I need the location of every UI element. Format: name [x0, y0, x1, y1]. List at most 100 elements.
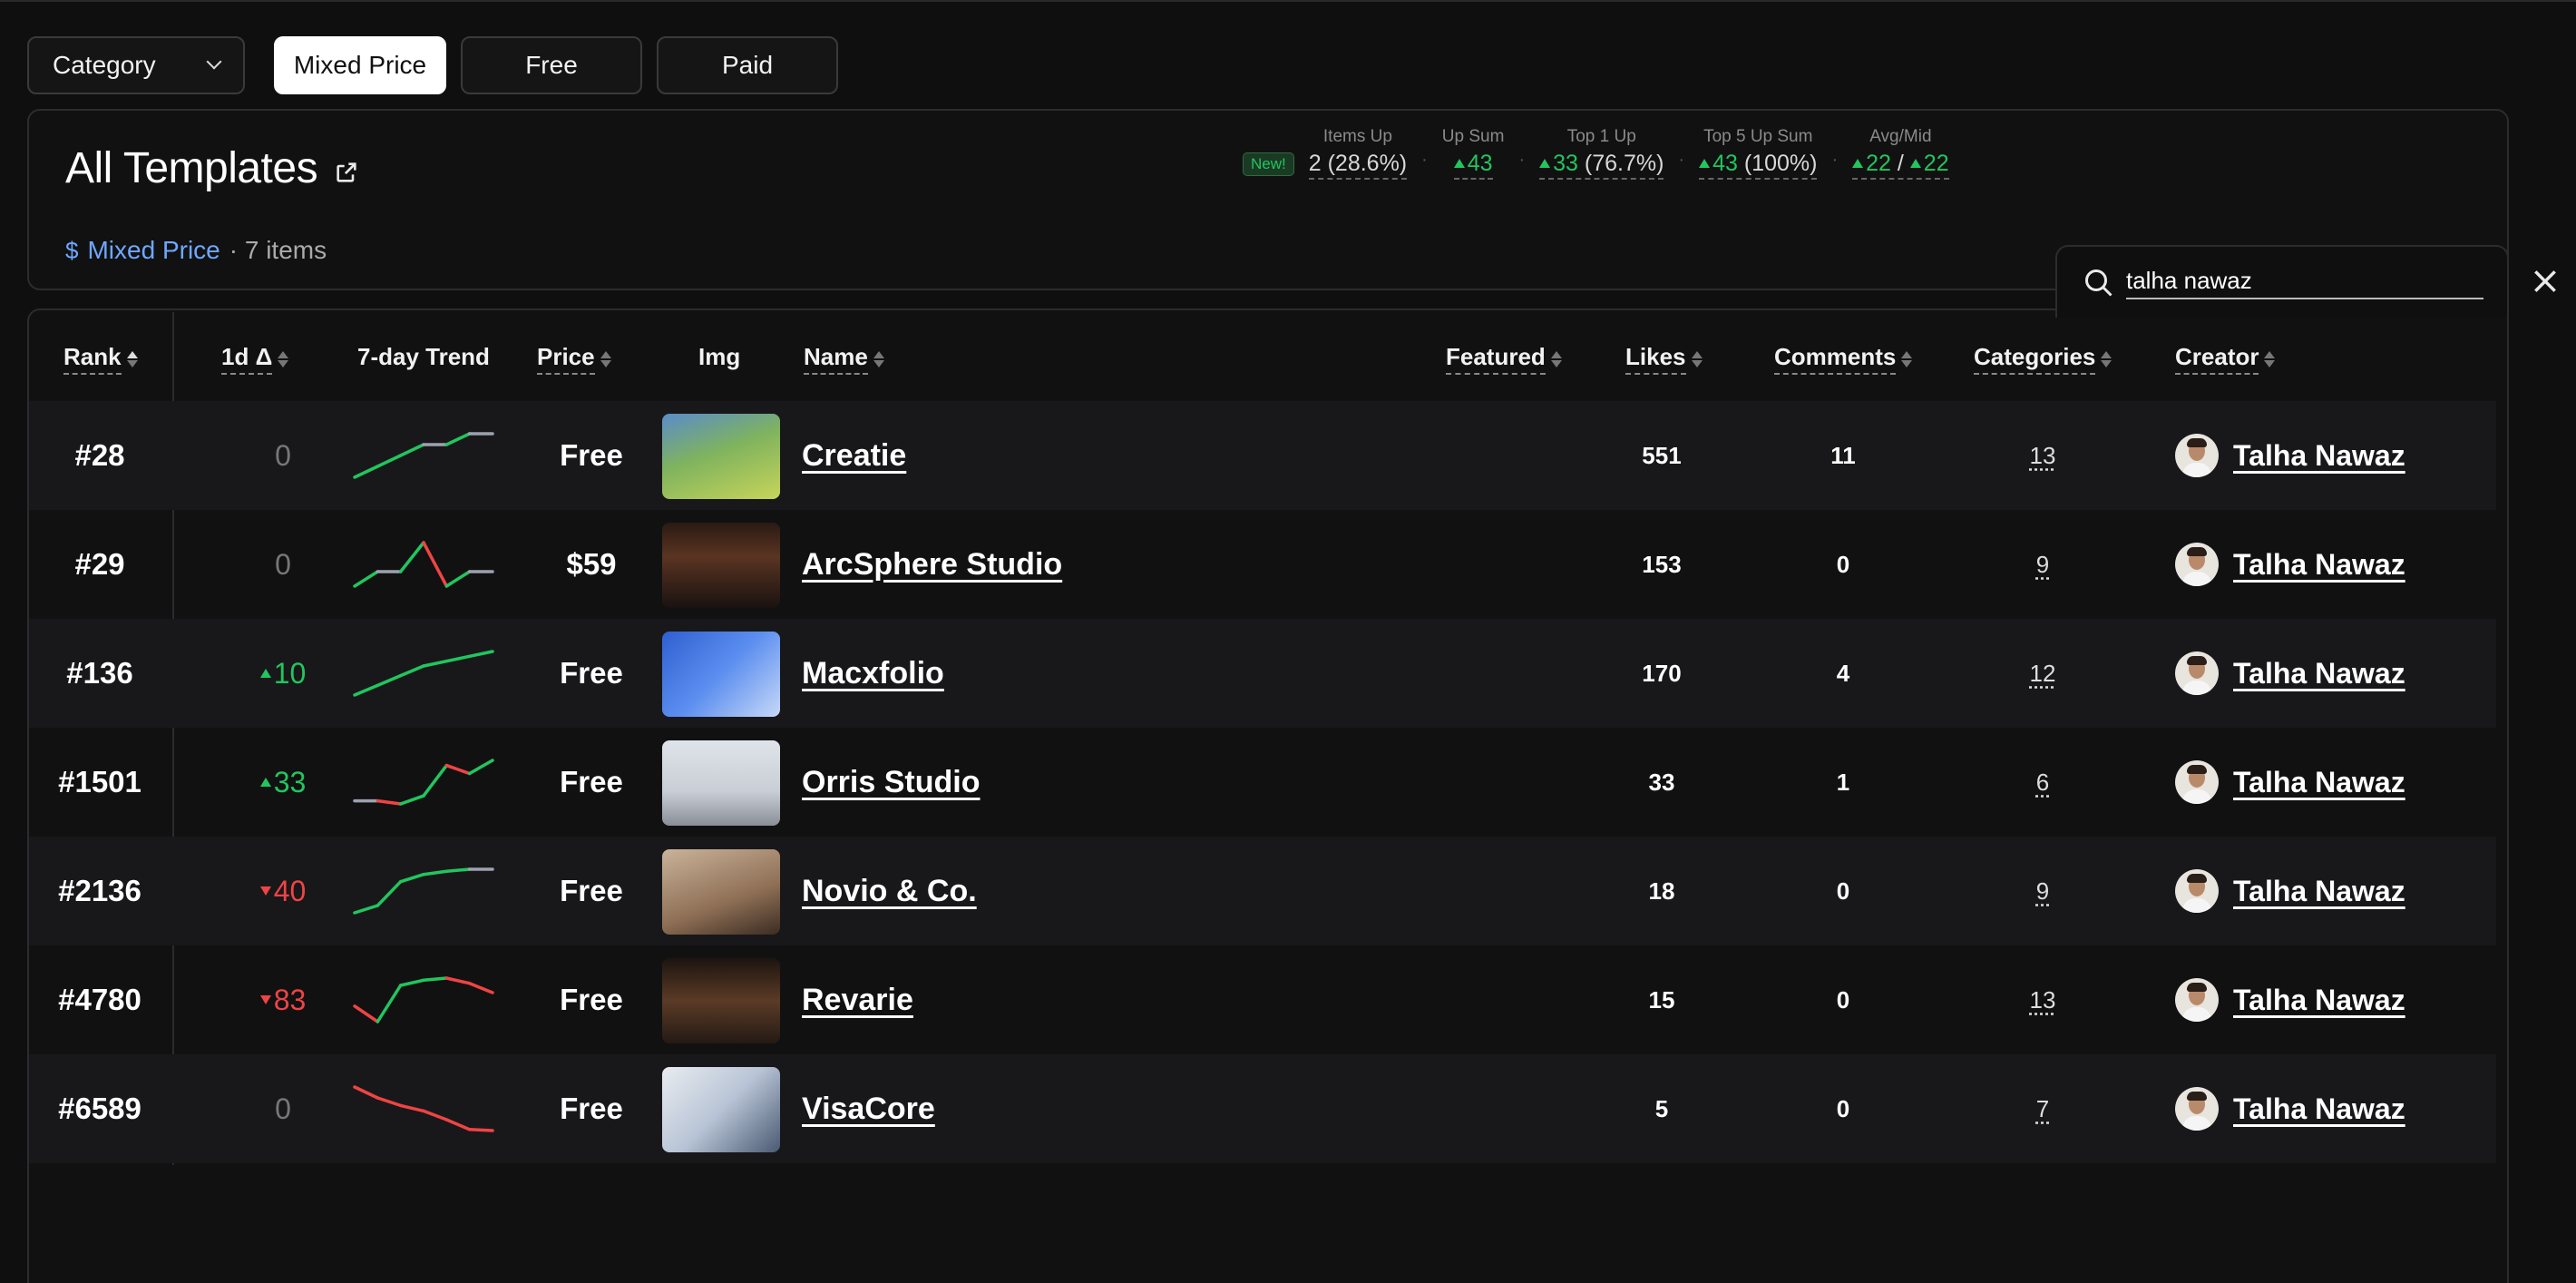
- avatar[interactable]: [2175, 869, 2219, 913]
- col-header-rank[interactable]: Rank: [63, 343, 138, 375]
- up-arrow-icon: [260, 778, 271, 787]
- col-header-likes[interactable]: Likes: [1625, 343, 1703, 375]
- table-row: #136 10 Free Macxfolio 170 4 12 Talha Na…: [29, 619, 2496, 728]
- filter-paid-button[interactable]: Paid: [657, 36, 838, 94]
- categories-link[interactable]: 9: [1970, 837, 2115, 945]
- trend-segment: [424, 871, 446, 874]
- stat-avgmid-label: Avg/Mid: [1869, 127, 1931, 147]
- avatar[interactable]: [2175, 651, 2219, 695]
- new-badge: New!: [1243, 152, 1294, 176]
- col-header-featured[interactable]: Featured: [1446, 343, 1562, 375]
- close-icon[interactable]: [2531, 267, 2560, 296]
- creator-name-link[interactable]: Talha Nawaz: [2233, 657, 2405, 690]
- template-name-link[interactable]: Orris Studio: [802, 728, 980, 837]
- stat-separator: ·: [1518, 150, 1525, 171]
- rank-cell: #1501: [29, 728, 171, 837]
- trend-segment: [355, 906, 377, 913]
- price-cell: Free: [519, 1054, 664, 1163]
- stat-separator: ·: [1831, 150, 1838, 171]
- sort-icon: [873, 351, 884, 367]
- creator-name-link[interactable]: Talha Nawaz: [2233, 548, 2405, 582]
- col-img-label: Img: [698, 343, 740, 373]
- trend-segment: [377, 882, 400, 906]
- categories-link[interactable]: 13: [1970, 945, 2115, 1054]
- categories-link[interactable]: 9: [1970, 510, 2115, 619]
- category-dropdown[interactable]: Category: [27, 36, 245, 94]
- template-name-link[interactable]: Macxfolio: [802, 619, 944, 728]
- delta-cell: 0: [210, 510, 356, 619]
- avatar[interactable]: [2175, 434, 2219, 477]
- template-thumbnail[interactable]: [662, 414, 780, 499]
- trend-segment: [424, 661, 446, 666]
- filter-mixed-price-button[interactable]: Mixed Price: [274, 36, 446, 94]
- stat-top1-pct: (76.7%): [1585, 151, 1664, 176]
- trend-segment: [424, 1111, 446, 1120]
- col-header-delta[interactable]: 1d Δ: [221, 343, 288, 375]
- sort-icon: [1901, 351, 1912, 367]
- price-cell: Free: [519, 728, 664, 837]
- price-mode-line: $ Mixed Price · 7 items: [65, 236, 327, 265]
- trend-segment: [446, 766, 469, 774]
- col-header-price[interactable]: Price: [537, 343, 611, 375]
- creator-name-link[interactable]: Talha Nawaz: [2233, 1092, 2405, 1126]
- col-categories-label: Categories: [1974, 343, 2095, 375]
- categories-link[interactable]: 12: [1970, 619, 2115, 728]
- trend-sparkline: [351, 974, 496, 1025]
- avatar[interactable]: [2175, 1087, 2219, 1131]
- trend-segment: [377, 455, 400, 466]
- up-arrow-icon: [1454, 159, 1465, 168]
- col-header-creator[interactable]: Creator: [2175, 343, 2275, 375]
- trend-segment: [401, 445, 424, 455]
- template-name-link[interactable]: Creatie: [802, 401, 906, 510]
- template-thumbnail[interactable]: [662, 523, 780, 608]
- template-thumbnail[interactable]: [662, 958, 780, 1043]
- template-thumbnail[interactable]: [662, 1067, 780, 1152]
- categories-link[interactable]: 13: [1970, 401, 2115, 510]
- likes-cell: 5: [1589, 1054, 1734, 1163]
- avatar[interactable]: [2175, 543, 2219, 586]
- delta-cell: 0: [210, 401, 356, 510]
- rank-cell: #4780: [29, 945, 171, 1054]
- stat-top5-value: 43 (100%): [1699, 151, 1817, 180]
- comments-cell: 4: [1771, 619, 1916, 728]
- template-name-link[interactable]: Novio & Co.: [802, 837, 977, 945]
- template-thumbnail[interactable]: [662, 740, 780, 826]
- search-input[interactable]: [2126, 263, 2483, 299]
- template-name-link[interactable]: Revarie: [802, 945, 913, 1054]
- sort-icon: [127, 351, 138, 367]
- template-thumbnail[interactable]: [662, 632, 780, 717]
- trend-segment: [470, 1130, 493, 1131]
- stat-up-sum-value: 43: [1454, 151, 1493, 180]
- creator-name-link[interactable]: Talha Nawaz: [2233, 439, 2405, 473]
- external-link-icon[interactable]: [334, 160, 359, 185]
- col-header-name[interactable]: Name: [804, 343, 884, 375]
- categories-link[interactable]: 7: [1970, 1054, 2115, 1163]
- creator-name-link[interactable]: Talha Nawaz: [2233, 984, 2405, 1017]
- categories-link[interactable]: 6: [1970, 728, 2115, 837]
- trend-sparkline: [351, 430, 496, 481]
- trend-segment: [446, 1120, 469, 1130]
- avatar[interactable]: [2175, 760, 2219, 804]
- delta-cell: 33: [210, 728, 356, 837]
- col-header-categories[interactable]: Categories: [1974, 343, 2112, 375]
- trend-segment: [355, 466, 377, 477]
- col-header-comments[interactable]: Comments: [1774, 343, 1912, 375]
- creator-name-link[interactable]: Talha Nawaz: [2233, 766, 2405, 799]
- price-mode-link[interactable]: Mixed Price: [87, 236, 220, 265]
- trend-segment: [446, 869, 469, 871]
- rank-cell: #29: [29, 510, 171, 619]
- trend-cell: [346, 619, 501, 728]
- creator-cell: Talha Nawaz: [2175, 728, 2405, 837]
- template-name-link[interactable]: ArcSphere Studio: [802, 510, 1062, 619]
- search-icon: [2083, 267, 2115, 299]
- stat-top1: Top 1 Up 33 (76.7%): [1539, 127, 1664, 180]
- avatar[interactable]: [2175, 978, 2219, 1022]
- trend-segment: [424, 543, 446, 586]
- col-header-img: Img: [698, 343, 740, 373]
- template-thumbnail[interactable]: [662, 849, 780, 935]
- template-name-link[interactable]: VisaCore: [802, 1054, 935, 1163]
- creator-name-link[interactable]: Talha Nawaz: [2233, 875, 2405, 908]
- filter-free-button[interactable]: Free: [461, 36, 642, 94]
- likes-cell: 170: [1589, 619, 1734, 728]
- trend-segment: [401, 875, 424, 882]
